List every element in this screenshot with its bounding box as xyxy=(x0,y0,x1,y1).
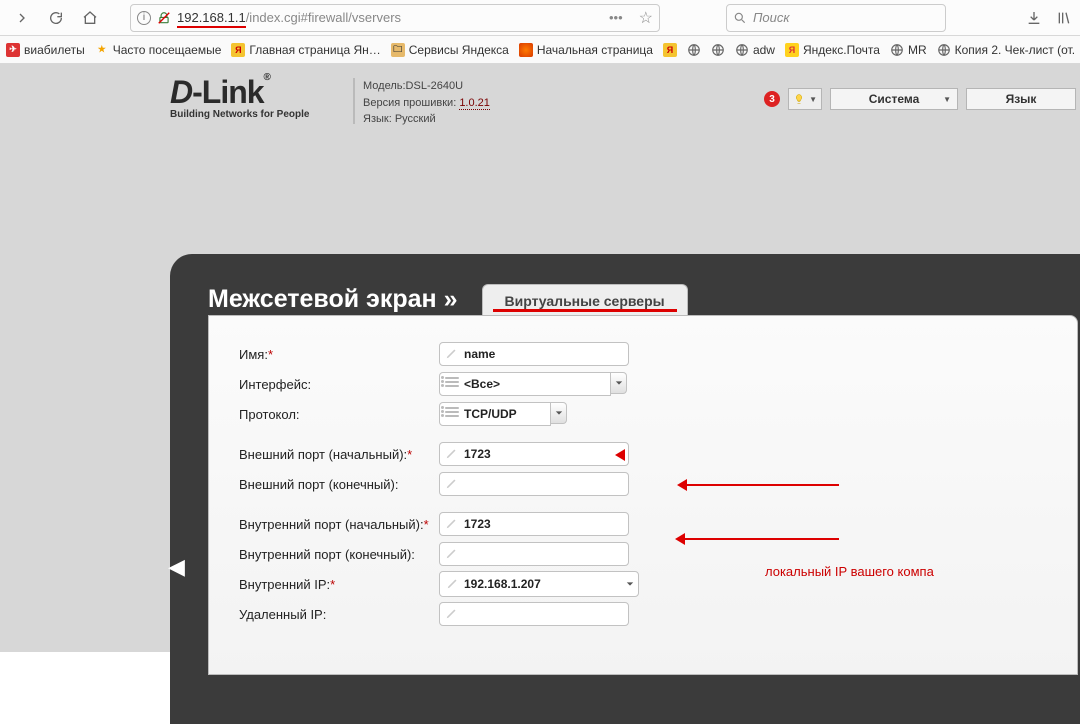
search-icon xyxy=(733,11,747,25)
library-icon[interactable] xyxy=(1056,10,1072,26)
firewall-card: ◀ Межсетевой экран » Виртуальные серверы… xyxy=(170,254,1080,724)
pencil-icon xyxy=(445,516,459,530)
select-internal-ip[interactable]: 192.168.1.207 xyxy=(439,571,639,597)
annotation-arrow-icon xyxy=(619,454,625,456)
annotation-arrow-icon xyxy=(679,538,839,540)
bookmarks-bar: ✈виабилеты ★Часто посещаемые ЯГлавная ст… xyxy=(0,36,1080,64)
language-dropdown[interactable]: Язык xyxy=(966,88,1076,110)
input-ext-port-end[interactable] xyxy=(439,472,629,496)
tab-virtual-servers[interactable]: Виртуальные серверы xyxy=(482,284,688,315)
url-text: 192.168.1.1/index.cgi#firewall/vservers xyxy=(177,10,401,25)
collapse-caret-icon[interactable]: ◀ xyxy=(168,554,185,580)
label-name: Имя:* xyxy=(239,347,439,362)
chevron-down-icon xyxy=(622,573,638,595)
firmware-version[interactable]: 1.0.21 xyxy=(459,97,490,110)
list-icon xyxy=(445,407,459,421)
notification-badge[interactable]: 3 xyxy=(764,91,780,107)
annotation-text: локальный IP вашего компа xyxy=(765,564,934,579)
breadcrumb[interactable]: Межсетевой экран » xyxy=(208,285,458,314)
bookmark-item[interactable]: ЯГлавная страница Ян… xyxy=(231,43,380,57)
url-bar[interactable]: i 192.168.1.1/index.cgi#firewall/vserver… xyxy=(130,4,660,32)
pencil-icon xyxy=(445,476,459,490)
label-ext-port-start: Внешний порт (начальный):* xyxy=(239,447,439,462)
list-icon xyxy=(445,377,459,391)
input-int-port-start[interactable]: 1723 xyxy=(439,512,629,536)
firmware-info: Модель:DSL-2640U Версия прошивки: 1.0.21… xyxy=(363,74,490,128)
input-remote-ip[interactable] xyxy=(439,602,629,626)
bookmark-item[interactable] xyxy=(711,43,725,57)
form-panel: Имя:* name Интерфейс: <Все> Протокол: TC… xyxy=(208,315,1078,675)
annotation-underline xyxy=(493,309,677,312)
home-button[interactable] xyxy=(76,4,104,32)
forward-button[interactable] xyxy=(8,4,36,32)
pencil-icon xyxy=(445,446,459,460)
page: D-Link® Building Networks for People Мод… xyxy=(0,64,1080,652)
input-name[interactable]: name xyxy=(439,342,629,366)
browser-toolbar: i 192.168.1.1/index.cgi#firewall/vserver… xyxy=(0,0,1080,36)
page-actions-icon[interactable]: ••• xyxy=(609,10,623,25)
page-header: D-Link® Building Networks for People Мод… xyxy=(0,64,1080,139)
pencil-icon xyxy=(445,606,459,620)
bookmark-item[interactable]: ✈виабилеты xyxy=(6,43,85,57)
bookmark-item[interactable]: ★Часто посещаемые xyxy=(95,43,222,57)
tips-dropdown[interactable]: ▼ xyxy=(788,88,822,110)
site-info-icon[interactable]: i xyxy=(137,11,151,25)
pencil-icon xyxy=(446,576,460,590)
input-ext-port-start[interactable]: 1723 xyxy=(439,442,629,466)
bookmark-item[interactable]: MR xyxy=(890,43,927,57)
reload-button[interactable] xyxy=(42,4,70,32)
chevron-down-icon xyxy=(551,402,567,424)
bookmark-item[interactable]: Я xyxy=(663,43,677,57)
label-interface: Интерфейс: xyxy=(239,377,439,392)
select-protocol[interactable]: TCP/UDP xyxy=(439,402,567,426)
downloads-icon[interactable] xyxy=(1026,10,1042,26)
url-bar-right: ••• ☆ xyxy=(609,8,653,28)
bookmark-star-icon[interactable]: ☆ xyxy=(639,8,653,28)
input-int-port-end[interactable] xyxy=(439,542,629,566)
bookmark-item[interactable]: ЯЯндекс.Почта xyxy=(785,43,880,57)
logo: D-Link® Building Networks for People xyxy=(170,74,345,120)
divider xyxy=(353,78,355,124)
bookmark-item[interactable]: Копия 2. Чек-лист (от. xyxy=(937,43,1075,57)
label-remote-ip: Удаленный IP: xyxy=(239,607,439,622)
bookmark-item[interactable]: Начальная страница xyxy=(519,43,653,57)
label-internal-ip: Внутренний IP:* xyxy=(239,577,439,592)
label-protocol: Протокол: xyxy=(239,407,439,422)
annotation-arrow-icon xyxy=(681,484,839,486)
label-int-port-start: Внутренний порт (начальный):* xyxy=(239,517,439,532)
search-placeholder: Поиск xyxy=(753,10,790,25)
insecure-icon xyxy=(157,11,171,25)
label-ext-port-end: Внешний порт (конечный): xyxy=(239,477,439,492)
select-interface[interactable]: <Все> xyxy=(439,372,627,396)
bookmark-item[interactable] xyxy=(687,43,701,57)
search-box[interactable]: Поиск xyxy=(726,4,946,32)
label-int-port-end: Внутренний порт (конечный): xyxy=(239,547,439,562)
bookmark-item[interactable]: 🗀Сервисы Яндекса xyxy=(391,43,509,57)
pencil-icon xyxy=(445,546,459,560)
system-dropdown[interactable]: Система▼ xyxy=(830,88,958,110)
bookmark-item[interactable]: adw xyxy=(735,43,775,57)
chevron-down-icon xyxy=(611,372,627,394)
pencil-icon xyxy=(445,346,459,360)
